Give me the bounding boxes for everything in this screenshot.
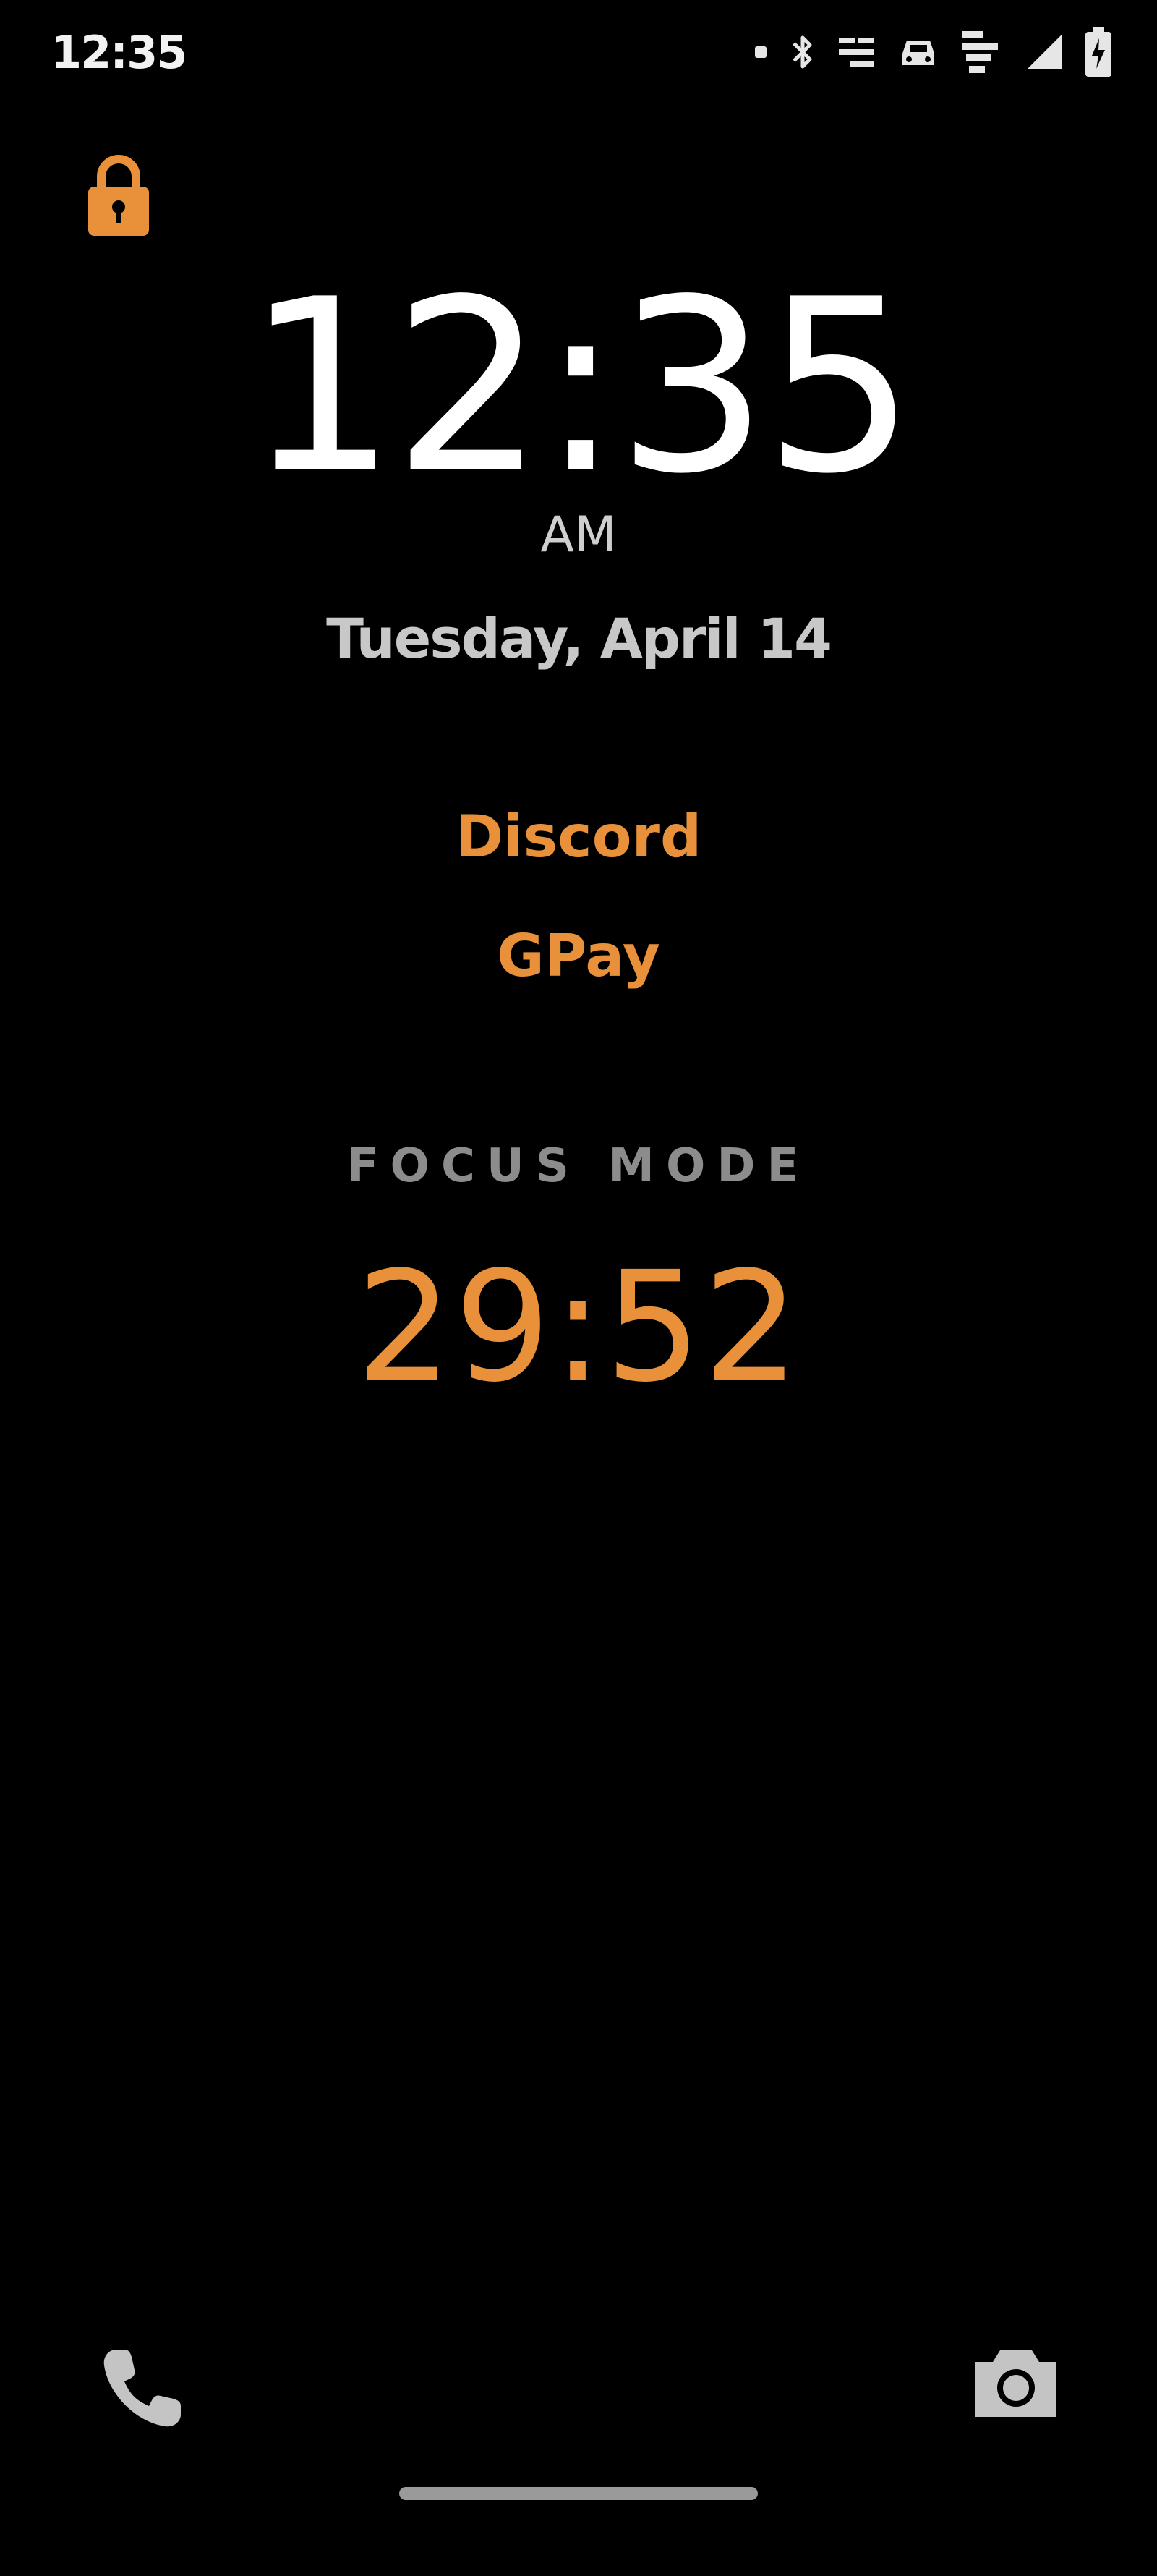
notification-dot-icon bbox=[755, 46, 767, 58]
status-icons bbox=[752, 23, 1114, 81]
lockscreen-clock: 12:35 bbox=[245, 248, 915, 526]
bluetooth-icon bbox=[793, 35, 812, 69]
clock-ampm: AM bbox=[540, 506, 617, 564]
home-indicator[interactable] bbox=[399, 2487, 758, 2500]
date-label[interactable]: Tuesday, April 14 bbox=[0, 606, 1157, 671]
camera-icon[interactable] bbox=[965, 2333, 1067, 2434]
lock-icon[interactable] bbox=[85, 152, 152, 239]
battery-icon bbox=[1085, 27, 1111, 77]
status-time: 12:35 bbox=[51, 26, 187, 79]
car-icon bbox=[902, 41, 934, 65]
signal-icon bbox=[1027, 35, 1062, 69]
focus-mode-title: FOCUS MODE bbox=[346, 1139, 811, 1193]
favorite-app-discord[interactable]: Discord bbox=[0, 803, 1157, 870]
data-icon bbox=[962, 31, 998, 73]
favorite-app-gpay[interactable]: GPay bbox=[0, 922, 1157, 990]
status-bar: 12:35 bbox=[0, 0, 1157, 101]
nfc-icon bbox=[839, 38, 874, 67]
focus-mode-timer[interactable]: 29:52 bbox=[0, 1244, 1157, 1411]
phone-icon[interactable] bbox=[94, 2337, 195, 2438]
